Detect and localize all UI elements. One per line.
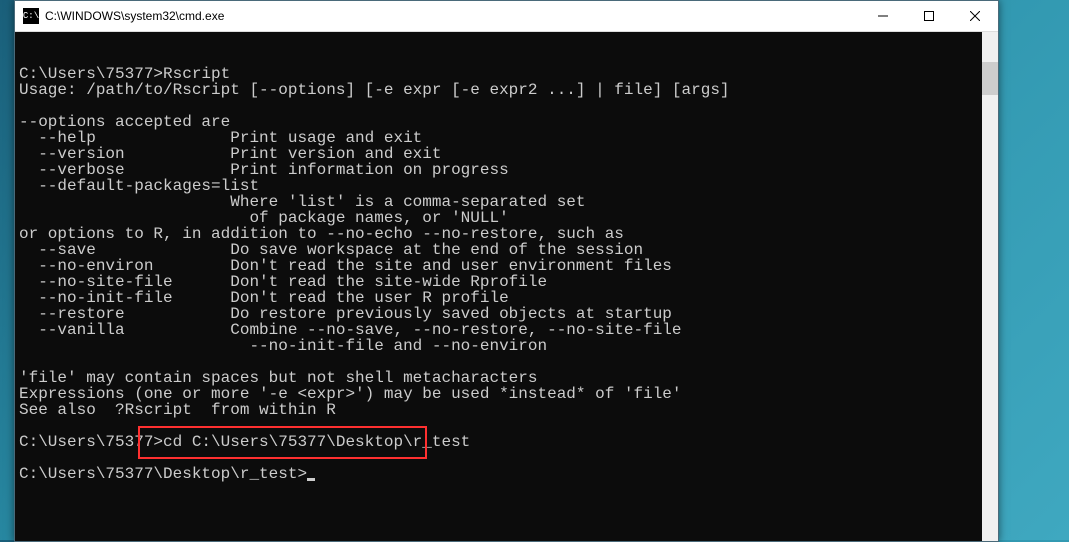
scrollbar-track[interactable] xyxy=(982,32,998,541)
minimize-button[interactable] xyxy=(860,1,906,31)
close-button[interactable] xyxy=(952,1,998,31)
terminal-output: C:\Users\75377>Rscript Usage: /path/to/R… xyxy=(19,66,994,482)
cmd-window: C:\ C:\WINDOWS\system32\cmd.exe C:\Users… xyxy=(14,0,999,542)
window-title: C:\WINDOWS\system32\cmd.exe xyxy=(45,9,860,23)
window-controls xyxy=(860,1,998,31)
cmd-icon: C:\ xyxy=(23,8,39,24)
titlebar[interactable]: C:\ C:\WINDOWS\system32\cmd.exe xyxy=(15,1,998,32)
cursor xyxy=(307,478,315,481)
terminal-area[interactable]: C:\Users\75377>Rscript Usage: /path/to/R… xyxy=(15,32,998,541)
maximize-button[interactable] xyxy=(906,1,952,31)
scrollbar-thumb[interactable] xyxy=(982,62,998,95)
